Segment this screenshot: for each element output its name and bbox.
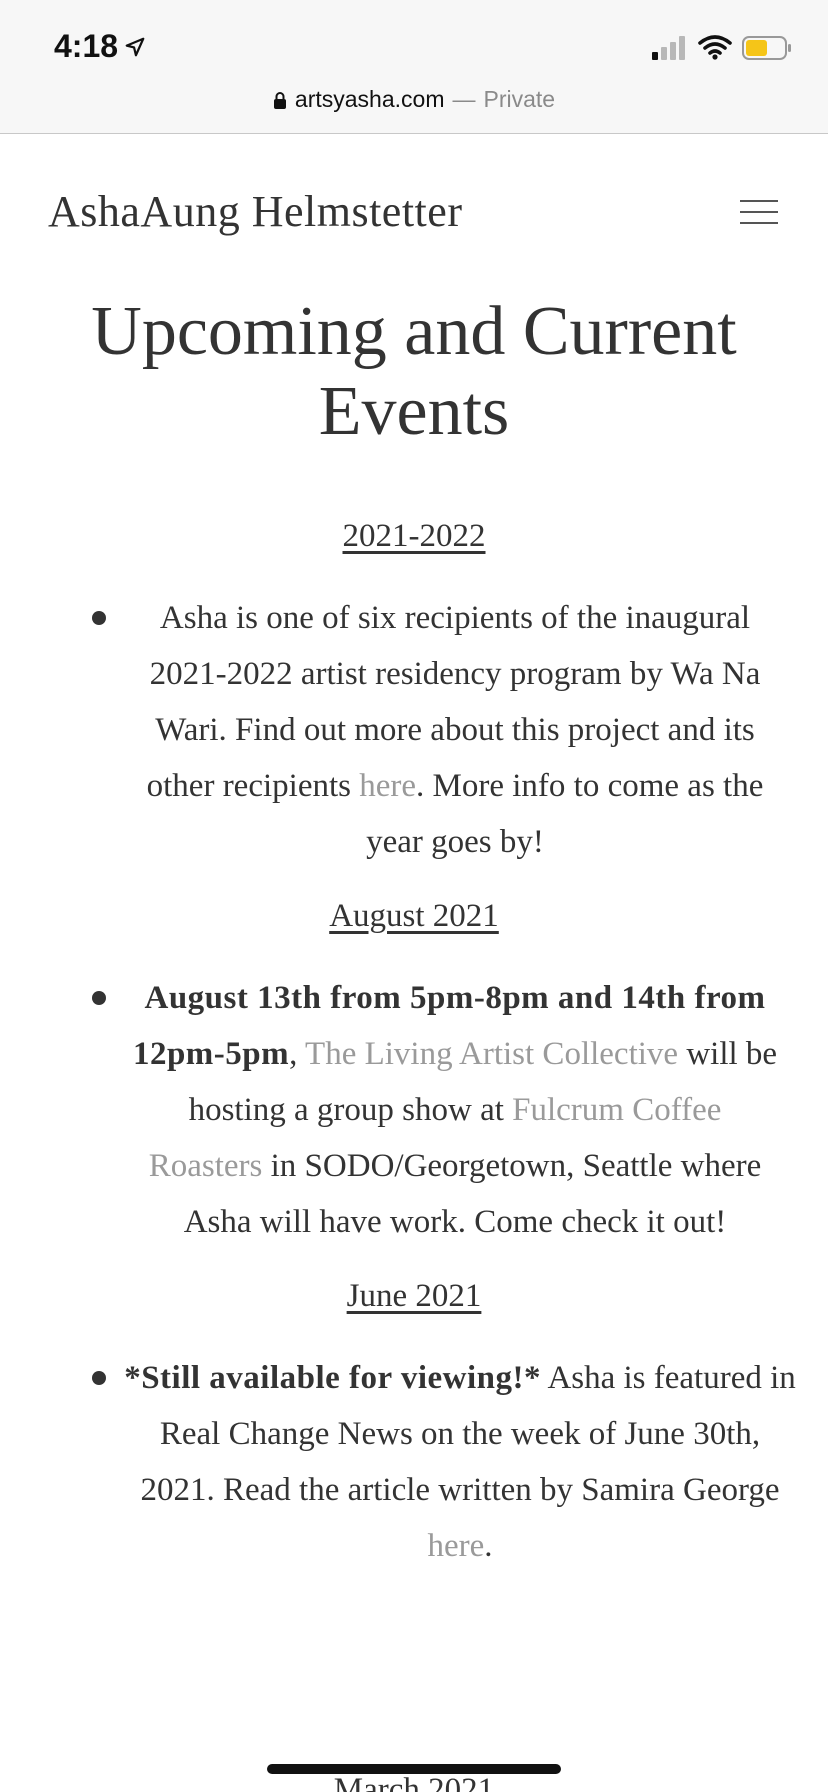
url-private-label: Private: [483, 86, 556, 112]
status-time-text: 4:18: [54, 28, 119, 64]
battery-icon: [742, 36, 791, 60]
event-text-part: in SODO/Georgetown, Seattle where Asha w…: [183, 1148, 762, 1240]
status-time: 4:18: [54, 28, 146, 65]
list-item: August 13th from 5pm-8pm and 14th from 1…: [0, 970, 828, 1250]
living-artist-collective-link[interactable]: The Living Artist Collective: [305, 1036, 678, 1072]
section-heading-2021-2022: 2021-2022: [342, 518, 486, 554]
home-indicator[interactable]: [267, 1764, 561, 1774]
event-text-part: .: [484, 1528, 493, 1564]
bullet-icon: [92, 1371, 106, 1385]
bullet-icon: [92, 611, 106, 625]
lock-icon: [273, 91, 286, 109]
location-arrow-icon: [125, 37, 145, 56]
event-text: *Still available for viewing!* Asha is f…: [120, 1350, 800, 1574]
list-item: Asha is one of six recipients of the ina…: [0, 590, 828, 870]
event-text-part: . More info to come as the year goes by!: [366, 768, 764, 860]
list-item: *Still available for viewing!* Asha is f…: [0, 1350, 828, 1574]
site-title[interactable]: AshaAung Helmstetter: [48, 186, 462, 237]
event-text-part: ,: [289, 1036, 306, 1072]
cellular-signal-icon: [652, 36, 685, 60]
page-title: Upcoming and Current Events: [91, 293, 737, 450]
events-content: 2021-2022 Asha is one of six recipients …: [0, 510, 828, 1574]
bullet-icon: [92, 991, 106, 1005]
event-text: Asha is one of six recipients of the ina…: [130, 590, 780, 870]
here-link[interactable]: here: [427, 1528, 484, 1564]
address-bar[interactable]: artsyasha.com — Private: [0, 86, 828, 113]
hamburger-menu-icon[interactable]: [740, 196, 780, 228]
here-link[interactable]: here: [359, 768, 416, 804]
section-heading-june-2021: June 2021: [346, 1278, 482, 1314]
browser-chrome: 4:18 artsyasha.com — Private: [0, 0, 828, 134]
event-highlight-bold: *Still available for viewing!*: [124, 1360, 542, 1396]
url-domain: artsyasha.com: [294, 86, 445, 112]
url-separator: —: [452, 86, 476, 112]
event-text: August 13th from 5pm-8pm and 14th from 1…: [130, 970, 780, 1250]
wifi-icon: [698, 35, 732, 60]
section-heading-august-2021: August 2021: [329, 898, 499, 934]
